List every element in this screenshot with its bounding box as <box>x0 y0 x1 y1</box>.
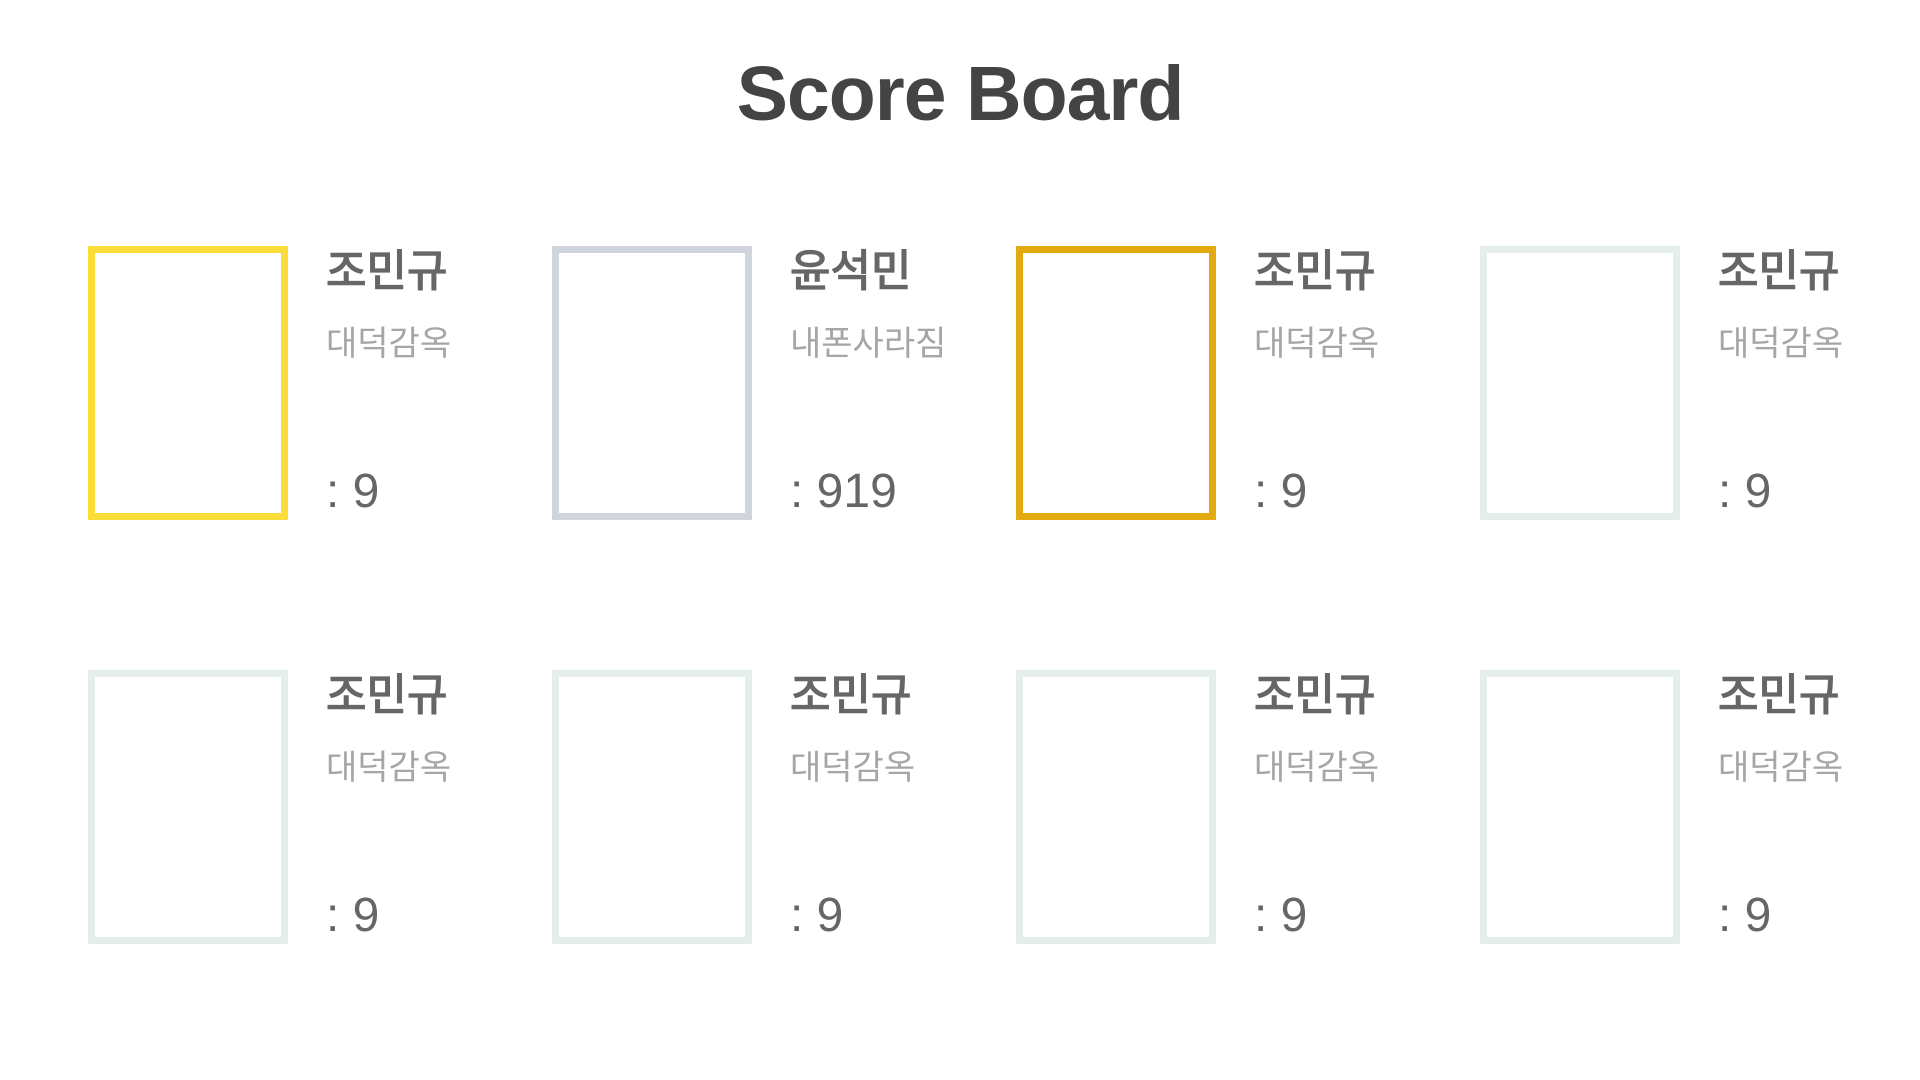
player-name: 조민규 <box>790 670 912 721</box>
player-photo-frame <box>1480 246 1680 520</box>
player-photo-frame <box>1480 670 1680 944</box>
player-card: 윤석민 내폰사라짐 : 919 <box>552 246 952 524</box>
player-name: 조민규 <box>1254 246 1376 297</box>
player-photo-frame <box>552 246 752 520</box>
player-card: 조민규 대덕감옥 : 9 <box>1016 670 1416 948</box>
player-team: 대덕감옥 <box>326 324 452 364</box>
player-card: 조민규 대덕감옥 : 9 <box>88 670 488 948</box>
player-name: 조민규 <box>1254 670 1376 721</box>
player-score: : 9 <box>790 889 844 942</box>
player-score: : 919 <box>790 465 897 518</box>
player-team: 대덕감옥 <box>1718 748 1844 788</box>
page-title: Score Board <box>736 51 1185 137</box>
player-photo-frame <box>88 670 288 944</box>
player-team: 대덕감옥 <box>790 748 916 788</box>
player-score: : 9 <box>326 465 380 518</box>
player-team: 내폰사라짐 <box>790 324 947 364</box>
player-card: 조민규 대덕감옥 : 9 <box>552 670 952 948</box>
player-score: : 9 <box>1254 889 1308 942</box>
player-score: : 9 <box>1718 889 1772 942</box>
player-card: 조민규 대덕감옥 : 9 <box>88 246 488 524</box>
player-name: 조민규 <box>326 670 448 721</box>
player-card: 조민규 대덕감옥 : 9 <box>1480 670 1880 948</box>
player-team: 대덕감옥 <box>1718 324 1844 364</box>
player-photo-frame <box>1016 670 1216 944</box>
player-name: 조민규 <box>326 246 448 297</box>
player-team: 대덕감옥 <box>326 748 452 788</box>
player-score: : 9 <box>1254 465 1308 518</box>
player-photo-frame <box>1016 246 1216 520</box>
player-photo-frame <box>552 670 752 944</box>
player-card: 조민규 대덕감옥 : 9 <box>1480 246 1880 524</box>
player-team: 대덕감옥 <box>1254 324 1380 364</box>
player-photo-frame <box>88 246 288 520</box>
player-score: : 9 <box>1718 465 1772 518</box>
player-card: 조민규 대덕감옥 : 9 <box>1016 246 1416 524</box>
player-name: 윤석민 <box>790 246 912 297</box>
player-team: 대덕감옥 <box>1254 748 1380 788</box>
player-score: : 9 <box>326 889 380 942</box>
player-name: 조민규 <box>1718 246 1840 297</box>
player-name: 조민규 <box>1718 670 1840 721</box>
